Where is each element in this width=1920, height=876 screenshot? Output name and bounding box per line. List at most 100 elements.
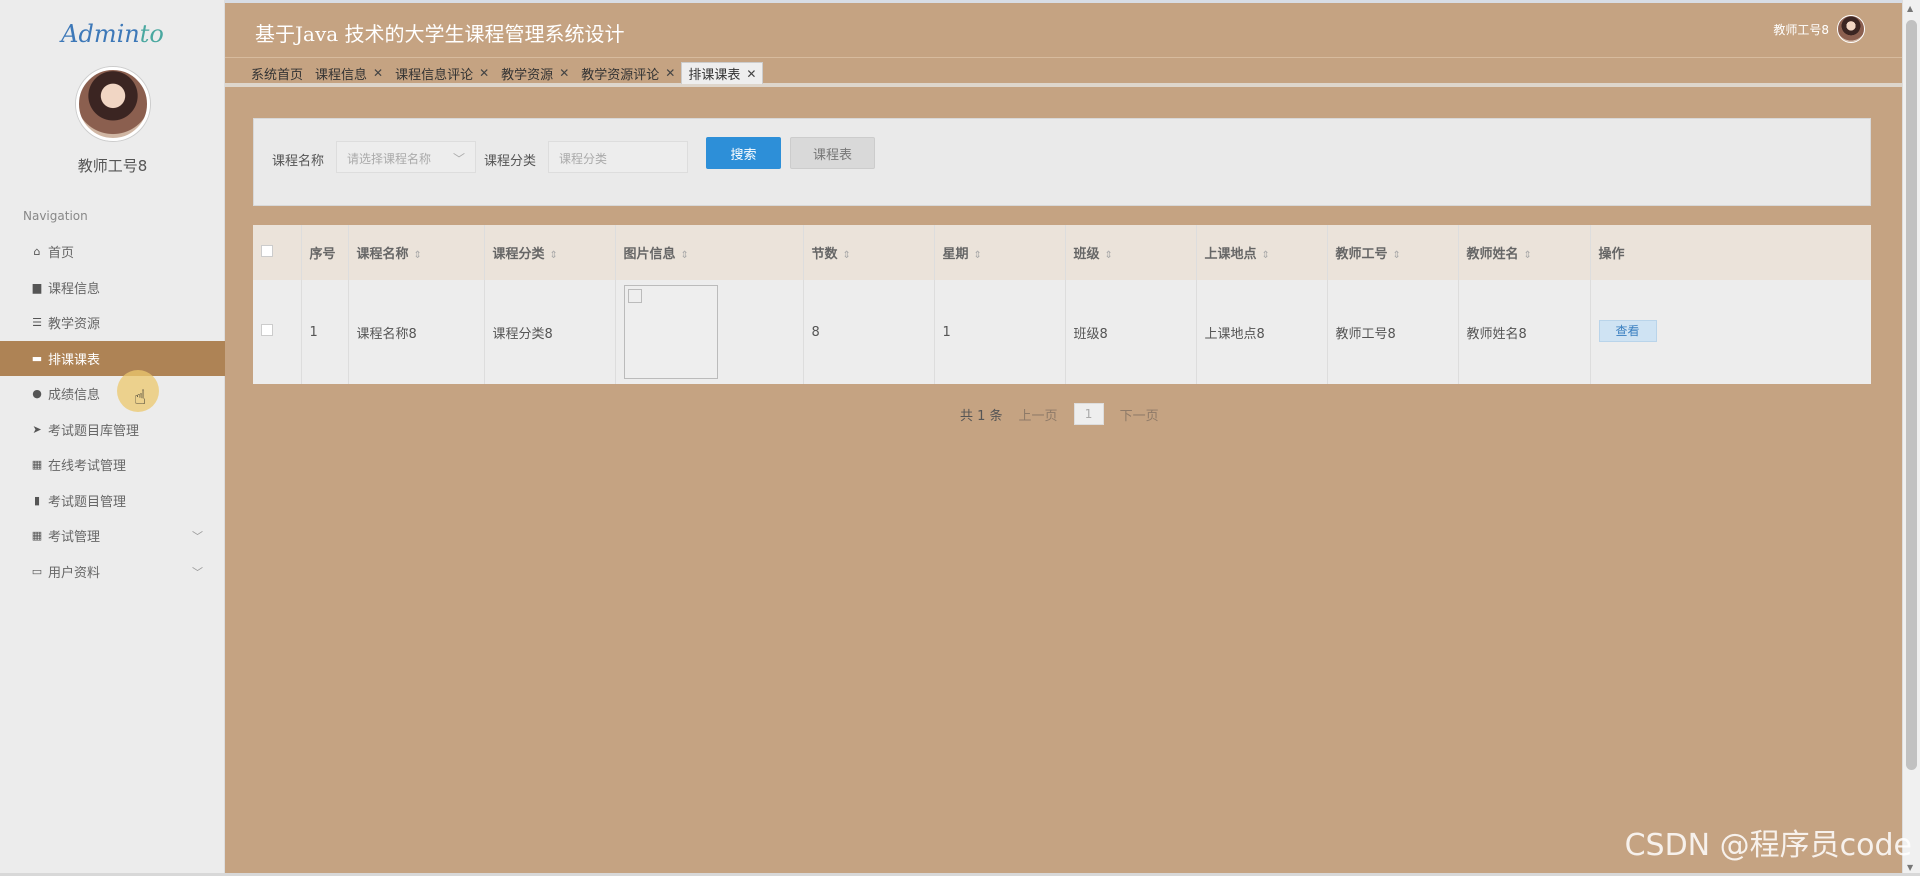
sidebar-username: 教师工号8 xyxy=(77,157,148,175)
sidebar-item-exam-questions[interactable]: ▮ 考试题目管理 xyxy=(0,483,225,519)
cell-actions: 查看 xyxy=(1590,280,1871,384)
course-name-select[interactable]: 请选择课程名称 ﹀ xyxy=(336,141,476,173)
prev-page-button[interactable]: 上一页 xyxy=(1019,405,1058,424)
row-select-cell xyxy=(253,280,302,384)
nav-caption: Navigation xyxy=(23,209,88,223)
sidebar-item-user-profile[interactable]: ▭ 用户资料 ﹀ xyxy=(0,554,225,590)
cell-image xyxy=(615,280,804,384)
category-label: 课程分类 xyxy=(484,154,537,169)
tab-course-comments[interactable]: 课程信息评论 ✕ xyxy=(389,62,495,84)
course-name-label: 课程名称 xyxy=(272,154,325,169)
page-number-button[interactable]: 1 xyxy=(1073,403,1104,425)
tab-label: 教学资源评论 xyxy=(581,67,660,83)
vertical-scrollbar[interactable]: ▲ ▼ xyxy=(1902,0,1920,876)
search-button[interactable]: 搜索 xyxy=(706,137,781,169)
close-icon[interactable]: ✕ xyxy=(479,66,489,80)
tab-home[interactable]: 系统首页 xyxy=(245,62,309,84)
sidebar-item-grades[interactable]: ● 成绩信息 xyxy=(0,376,225,412)
total-count: 共 1 条 xyxy=(960,408,1003,424)
sort-icon[interactable]: ⇕ xyxy=(1524,250,1532,261)
tab-label: 课程信息 xyxy=(315,67,368,83)
sidebar-item-exam-management[interactable]: ▦ 考试管理 ﹀ xyxy=(0,518,225,554)
column-header[interactable]: 上课地点 ⇕ xyxy=(1196,225,1328,280)
avatar[interactable] xyxy=(76,67,150,141)
close-icon[interactable]: ✕ xyxy=(746,67,756,81)
hand-cursor-icon: ☝ xyxy=(134,385,147,409)
sidebar-item-schedule[interactable]: ▬ 排课课表 xyxy=(0,340,225,376)
column-header[interactable]: 星期 ⇕ xyxy=(934,225,1066,280)
tab-label: 教学资源 xyxy=(501,67,554,83)
avatar xyxy=(1837,15,1865,43)
brand-logo[interactable]: Adminto xyxy=(0,20,225,48)
column-header: 操作 xyxy=(1598,247,1625,262)
scroll-up-icon[interactable]: ▲ xyxy=(1907,4,1913,13)
column-header[interactable]: 节数 ⇕ xyxy=(803,225,935,280)
sidebar-item-course-info[interactable]: ▆ 课程信息 xyxy=(0,270,225,306)
column-header[interactable]: 教师姓名 ⇕ xyxy=(1458,225,1591,280)
sidebar-item-teaching-resources[interactable]: ☰ 教学资源 xyxy=(0,305,225,341)
chevron-down-icon: ﹀ xyxy=(452,152,465,166)
column-header[interactable]: 教师工号 ⇕ xyxy=(1327,225,1459,280)
top-header: 基于Java 技术的大学生课程管理系统设计 教师工号8 xyxy=(225,3,1905,58)
sort-icon[interactable]: ⇕ xyxy=(974,250,982,261)
sort-icon[interactable]: ⇕ xyxy=(681,250,689,261)
next-page-button[interactable]: 下一页 xyxy=(1120,405,1159,424)
header-username: 教师工号8 xyxy=(1773,22,1829,37)
sidebar-item-label: 考试管理 xyxy=(48,530,101,546)
grid-icon: ▦ xyxy=(31,529,43,543)
sort-icon[interactable]: ⇕ xyxy=(1105,250,1113,261)
select-all-checkbox[interactable] xyxy=(261,244,273,257)
tab-course-info[interactable]: 课程信息 ✕ xyxy=(309,62,389,84)
data-table: 序号 课程名称 ⇕ 课程分类 ⇕ 图片信息 ⇕ 节数 ⇕ 星期 ⇕ 班级 ⇕ 上课地点 ⇕ 教… xyxy=(253,225,1871,384)
sort-icon[interactable]: ⇕ xyxy=(550,250,558,261)
category-input[interactable]: 课程分类 xyxy=(548,141,688,173)
tab-bar: 系统首页 课程信息 ✕ 课程信息评论 ✕ 教学资源 ✕ 教学资源评论 ✕ 排课课… xyxy=(225,62,1905,87)
sort-icon[interactable]: ⇕ xyxy=(1262,250,1270,261)
scrollbar-thumb[interactable] xyxy=(1906,20,1917,770)
column-header[interactable]: 课程名称 ⇕ xyxy=(348,225,485,280)
scroll-down-icon[interactable]: ▼ xyxy=(1907,863,1913,872)
sidebar-item-home[interactable]: ⌂ 首页 xyxy=(0,234,225,270)
home-icon: ⌂ xyxy=(33,245,41,259)
tab-label: 系统首页 xyxy=(251,67,304,83)
tab-label: 课程信息评论 xyxy=(395,67,474,83)
sidebar-item-label: 首页 xyxy=(48,246,75,262)
column-header: 序号 xyxy=(301,225,349,280)
sidebar-item-label: 考试题目库管理 xyxy=(48,423,140,439)
watermark: CSDN @程序员code xyxy=(1624,828,1912,863)
brand-text: Admin xyxy=(61,20,140,48)
sidebar-item-label: 课程信息 xyxy=(48,281,101,297)
course-name-placeholder: 请选择课程名称 xyxy=(347,152,432,166)
header-user-menu[interactable]: 教师工号8 xyxy=(1773,15,1865,43)
column-header[interactable]: 课程分类 ⇕ xyxy=(484,225,616,280)
cell-weekday: 1 xyxy=(934,280,1066,384)
sidebar-item-question-bank[interactable]: ➤ 考试题目库管理 xyxy=(0,412,225,448)
view-button[interactable]: 查看 xyxy=(1598,319,1657,342)
sidebar-item-online-exam[interactable]: ▦ 在线考试管理 xyxy=(0,447,225,483)
bar-chart-icon: ▮ xyxy=(33,493,41,507)
sidebar: Adminto 教师工号8 Navigation ⌂ 首页 ▆ 课程信息 ☰ 教… xyxy=(0,0,225,876)
id-card-icon: ▭ xyxy=(31,564,43,578)
sort-icon[interactable]: ⇕ xyxy=(1393,250,1401,261)
sidebar-item-label: 排课课表 xyxy=(48,352,101,368)
column-header[interactable]: 班级 ⇕ xyxy=(1065,225,1197,280)
close-icon[interactable]: ✕ xyxy=(373,66,383,80)
close-icon[interactable]: ✕ xyxy=(665,66,675,80)
tab-teaching-resources[interactable]: 教学资源 ✕ xyxy=(495,62,575,84)
search-panel: 课程名称 请选择课程名称 ﹀ 课程分类 课程分类 搜索 课程表 xyxy=(253,118,1871,206)
tab-schedule[interactable]: 排课课表 ✕ xyxy=(681,62,764,84)
row-checkbox[interactable] xyxy=(261,324,273,336)
tab-resource-comments[interactable]: 教学资源评论 ✕ xyxy=(575,62,681,84)
pagination: 共 1 条 上一页 1 下一页 xyxy=(960,403,1159,425)
tab-label: 排课课表 xyxy=(688,68,741,83)
sort-icon[interactable]: ⇕ xyxy=(414,250,422,261)
grid-icon: ▦ xyxy=(31,458,43,472)
close-icon[interactable]: ✕ xyxy=(559,66,569,80)
sort-icon[interactable]: ⇕ xyxy=(843,250,851,261)
column-header[interactable]: 图片信息 ⇕ xyxy=(615,225,804,280)
cell-class: 班级8 xyxy=(1065,280,1197,384)
cell-teacher-id: 教师工号8 xyxy=(1327,280,1459,384)
schedule-button[interactable]: 课程表 xyxy=(790,137,875,169)
sidebar-item-label: 用户资料 xyxy=(48,565,101,581)
sidebar-nav: ⌂ 首页 ▆ 课程信息 ☰ 教学资源 ▬ 排课课表 ● 成绩信息 ➤ 考试题目库… xyxy=(0,234,225,589)
